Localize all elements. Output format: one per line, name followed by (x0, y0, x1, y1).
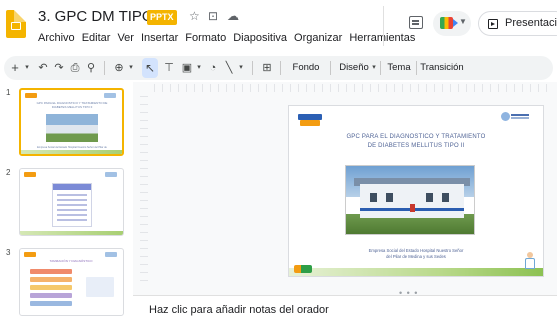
layout-button[interactable]: Diseño (336, 56, 372, 80)
line-icon[interactable]: ╲ (222, 56, 236, 80)
theme-button[interactable]: Tema (384, 56, 414, 80)
print-icon[interactable]: ⎙ (68, 56, 82, 80)
comment-add-icon[interactable]: ⊞ (260, 56, 274, 80)
slide-title-line-2: DE DIABETES MELLITUS TIPO II (367, 143, 465, 149)
doctor-illustration (524, 252, 536, 270)
speaker-notes-placeholder: Haz clic para añadir notas del orador (149, 304, 329, 316)
comments-icon[interactable] (409, 16, 423, 29)
menu-editar[interactable]: Editar (82, 32, 111, 44)
thumb-logo (25, 93, 37, 98)
shape-icon[interactable]: ◔ (206, 56, 220, 80)
cloud-status-icon[interactable]: ☁ (227, 9, 239, 23)
horizontal-ruler (154, 84, 551, 92)
present-icon (488, 19, 498, 29)
thumb-bar (30, 269, 72, 274)
menu-ver[interactable]: Ver (117, 32, 134, 44)
text-box-icon[interactable]: ⊤ (162, 56, 176, 80)
thumb-logo (24, 172, 36, 177)
toolbar: + ▾ ↶ ↷ ⎙ ⚲ ⊕ ▾ ↖ ⊤ ▣ ▾ ◔ ╲ ▾ ⊞ Fondo Di… (4, 56, 553, 80)
footer-logo (294, 265, 312, 273)
zoom-icon[interactable]: ⊕ (112, 56, 126, 80)
redo-icon[interactable]: ↷ (52, 56, 66, 80)
app-header: 3. GPC DM TIPO II PPTX ☆ ⊡ ☁ Archivo Edi… (0, 0, 557, 54)
toolbar-divider (104, 61, 105, 75)
meet-button[interactable]: ▼ (433, 11, 471, 36)
toolbar-divider (416, 61, 417, 75)
menu-bar: Archivo Editar Ver Insertar Formato Diap… (38, 32, 415, 44)
menu-diapositiva[interactable]: Diapositiva (233, 32, 287, 44)
thumb-title: GPC PARA EL DIAGNOSTICO Y TRATAMIENTO DE… (36, 101, 108, 109)
thumb-footer (21, 150, 122, 154)
new-slide-chevron-icon[interactable]: ▾ (22, 56, 32, 80)
slide-caption-line-2: del Pilar de Medina y sus Sedes (386, 254, 446, 259)
thumb-bar (30, 285, 72, 290)
slides-app: 3. GPC DM TIPO II PPTX ☆ ⊡ ☁ Archivo Edi… (0, 0, 557, 316)
slide-number: 2 (6, 168, 11, 177)
thumb-logo (105, 172, 117, 177)
program-logo (298, 114, 322, 127)
speaker-notes[interactable]: Haz clic para añadir notas del orador (133, 295, 557, 316)
slide-thumbnail-2[interactable] (19, 168, 124, 236)
menu-archivo[interactable]: Archivo (38, 32, 75, 44)
slide-canvas[interactable]: GPC PARA EL DIAGNOSTICO Y TRATAMIENTO DE… (289, 106, 543, 276)
move-to-folder-icon[interactable]: ⊡ (208, 9, 218, 23)
thumb-logo (105, 252, 117, 257)
thumb-side-box (86, 277, 114, 297)
present-button-label: Presentación (505, 17, 557, 29)
present-button[interactable]: Presentación (478, 11, 557, 36)
slides-logo-icon[interactable] (6, 10, 26, 38)
line-chevron-icon[interactable]: ▾ (236, 56, 246, 80)
file-extension-badge: PPTX (147, 10, 177, 25)
background-button[interactable]: Fondo (286, 56, 326, 80)
menu-formato[interactable]: Formato (185, 32, 226, 44)
menu-organizar[interactable]: Organizar (294, 32, 342, 44)
thumb-logo (24, 252, 36, 257)
hospital-logo (501, 112, 529, 124)
hospital-photo[interactable] (345, 165, 475, 235)
paint-format-icon[interactable]: ⚲ (84, 56, 98, 80)
star-icon[interactable]: ☆ (189, 9, 200, 23)
image-chevron-icon[interactable]: ▾ (194, 56, 204, 80)
thumb-bar (30, 301, 72, 306)
slide-caption[interactable]: Empresa Social del Estado Hospital Nuest… (345, 248, 487, 260)
new-slide-icon[interactable]: + (8, 56, 22, 80)
thumb-content-box (52, 183, 92, 227)
vertical-ruler (140, 96, 148, 288)
slide-number: 1 (6, 88, 11, 97)
thumb-bar (30, 277, 72, 282)
thumb-logo (104, 93, 116, 98)
select-cursor-icon[interactable]: ↖ (142, 58, 158, 78)
slide-thumbnail-3[interactable]: TAMIZACIÓN Y DIAGNÓSTICO (19, 248, 124, 316)
undo-icon[interactable]: ↶ (36, 56, 50, 80)
toolbar-divider (330, 61, 331, 75)
toolbar-divider (380, 61, 381, 75)
slide-filmstrip: 1 GPC PARA EL DIAGNOSTICO Y TRATAMIENTO … (0, 82, 133, 316)
header-divider (383, 6, 384, 46)
menu-insertar[interactable]: Insertar (141, 32, 178, 44)
image-icon[interactable]: ▣ (180, 56, 194, 80)
thumb-bar (30, 293, 72, 298)
slide-thumbnail-1[interactable]: GPC PARA EL DIAGNOSTICO Y TRATAMIENTO DE… (19, 88, 124, 156)
slide-title-line-1: GPC PARA EL DIAGNOSTICO Y TRATAMIENTO (346, 134, 486, 140)
slide-footer-strip (289, 268, 543, 276)
thumb-photo (46, 114, 98, 142)
slide-title[interactable]: GPC PARA EL DIAGNOSTICO Y TRATAMIENTO DE… (329, 133, 503, 151)
thumb-title: TAMIZACIÓN Y DIAGNÓSTICO (49, 259, 93, 263)
chevron-down-icon: ▼ (459, 17, 467, 26)
thumb-footer (20, 231, 123, 235)
toolbar-divider (280, 61, 281, 75)
slide-number: 3 (6, 248, 11, 257)
transition-button[interactable]: Transición (419, 56, 465, 80)
layout-chevron-icon[interactable]: ▾ (370, 56, 378, 80)
toolbar-divider (252, 61, 253, 75)
meet-camera-icon (440, 17, 458, 29)
zoom-chevron-icon[interactable]: ▾ (126, 56, 136, 80)
